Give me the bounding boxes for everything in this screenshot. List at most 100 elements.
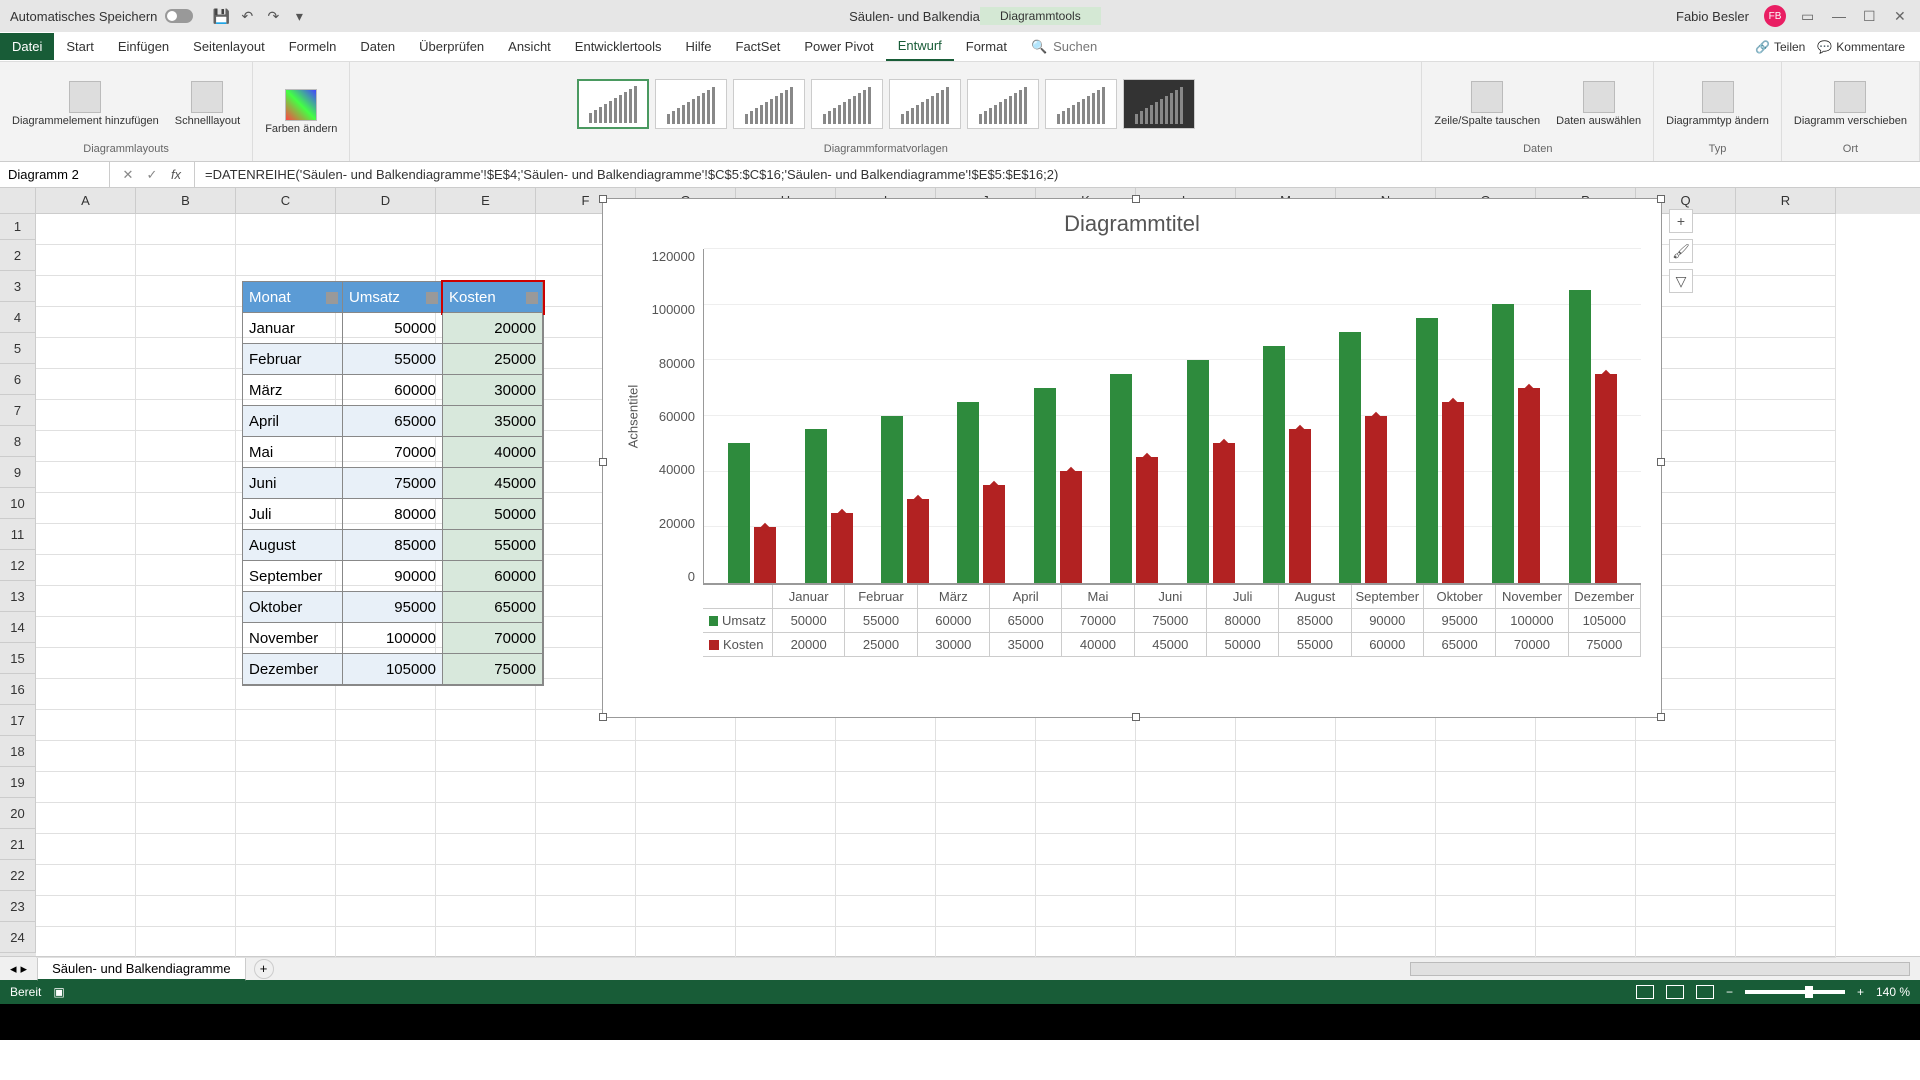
- cell[interactable]: [336, 803, 436, 834]
- cell[interactable]: [36, 586, 136, 617]
- col-header[interactable]: R: [1736, 188, 1836, 214]
- bar-umsatz[interactable]: [1110, 374, 1132, 583]
- cell[interactable]: [1636, 803, 1736, 834]
- cell[interactable]: [936, 772, 1036, 803]
- legend-item[interactable]: Umsatz: [703, 609, 773, 632]
- add-chart-element-button[interactable]: Diagrammelement hinzufügen: [8, 77, 163, 131]
- cell[interactable]: [36, 865, 136, 896]
- cell[interactable]: [1736, 586, 1836, 617]
- table-cell[interactable]: 45000: [443, 468, 543, 499]
- cell[interactable]: [36, 710, 136, 741]
- table-cell[interactable]: 75000: [443, 654, 543, 685]
- cell[interactable]: [236, 834, 336, 865]
- bar-group[interactable]: [1110, 374, 1158, 583]
- tab-datei[interactable]: Datei: [0, 33, 54, 60]
- col-header[interactable]: E: [436, 188, 536, 214]
- cell[interactable]: [136, 834, 236, 865]
- cell[interactable]: [1636, 741, 1736, 772]
- bar-group[interactable]: [1416, 318, 1464, 583]
- row-header[interactable]: 10: [0, 488, 36, 519]
- row-header[interactable]: 17: [0, 705, 36, 736]
- cell[interactable]: [136, 431, 236, 462]
- cell[interactable]: [1736, 369, 1836, 400]
- minimize-icon[interactable]: —: [1832, 8, 1848, 24]
- cell[interactable]: [136, 803, 236, 834]
- cell[interactable]: [1536, 896, 1636, 927]
- cell[interactable]: [36, 648, 136, 679]
- row-header[interactable]: 20: [0, 798, 36, 829]
- cell[interactable]: [1136, 896, 1236, 927]
- undo-icon[interactable]: ↶: [239, 8, 255, 24]
- table-cell[interactable]: 105000: [343, 654, 443, 685]
- cell[interactable]: [136, 648, 236, 679]
- cell[interactable]: [436, 927, 536, 958]
- cell[interactable]: [1736, 307, 1836, 338]
- cell[interactable]: [736, 834, 836, 865]
- cell[interactable]: [836, 741, 936, 772]
- chart-style-option[interactable]: [811, 79, 883, 129]
- cell[interactable]: [236, 772, 336, 803]
- row-header[interactable]: 11: [0, 519, 36, 550]
- horizontal-scrollbar[interactable]: [1410, 962, 1910, 976]
- cell[interactable]: [1736, 214, 1836, 245]
- tab-daten[interactable]: Daten: [348, 33, 407, 60]
- tab-entwurf[interactable]: Entwurf: [886, 32, 954, 61]
- cell[interactable]: [1336, 927, 1436, 958]
- bar-umsatz[interactable]: [957, 402, 979, 583]
- cell[interactable]: [1436, 834, 1536, 865]
- bar-group[interactable]: [1339, 332, 1387, 583]
- quick-layout-button[interactable]: Schnelllayout: [171, 77, 244, 131]
- cell[interactable]: [136, 400, 236, 431]
- select-all[interactable]: [0, 188, 36, 214]
- cell[interactable]: [1136, 772, 1236, 803]
- cell[interactable]: [736, 927, 836, 958]
- col-header[interactable]: D: [336, 188, 436, 214]
- autosave-control[interactable]: Automatisches Speichern: [0, 9, 203, 24]
- chart-object[interactable]: Diagrammtitel Achsentitel 12000010000080…: [602, 198, 1662, 718]
- table-cell[interactable]: 40000: [443, 437, 543, 468]
- table-cell[interactable]: Juli: [243, 499, 343, 530]
- table-cell[interactable]: 65000: [343, 406, 443, 437]
- page-break-view-icon[interactable]: [1696, 985, 1714, 999]
- save-icon[interactable]: 💾: [213, 8, 229, 24]
- row-header[interactable]: 3: [0, 271, 36, 302]
- bar-kosten[interactable]: [983, 485, 1005, 583]
- cell[interactable]: [536, 803, 636, 834]
- bar-kosten[interactable]: [1289, 429, 1311, 583]
- cell[interactable]: [436, 741, 536, 772]
- table-cell[interactable]: August: [243, 530, 343, 561]
- bar-kosten[interactable]: [831, 513, 853, 583]
- chart-style-option[interactable]: [1123, 79, 1195, 129]
- bar-group[interactable]: [957, 402, 1005, 583]
- cell[interactable]: [836, 834, 936, 865]
- cell[interactable]: [1336, 896, 1436, 927]
- cell[interactable]: [236, 896, 336, 927]
- cell[interactable]: [236, 927, 336, 958]
- cell[interactable]: [1336, 834, 1436, 865]
- cell[interactable]: [236, 741, 336, 772]
- resize-handle[interactable]: [599, 713, 607, 721]
- enter-formula-icon[interactable]: ✓: [144, 167, 160, 183]
- cell[interactable]: [36, 245, 136, 276]
- cell[interactable]: [136, 245, 236, 276]
- table-header[interactable]: Kosten: [443, 282, 543, 313]
- table-cell[interactable]: März: [243, 375, 343, 406]
- table-cell[interactable]: 80000: [343, 499, 443, 530]
- chart-data-table[interactable]: JanuarFebruarMärzAprilMaiJuniJuliAugustS…: [703, 584, 1641, 657]
- cell[interactable]: [836, 865, 936, 896]
- row-header[interactable]: 9: [0, 457, 36, 488]
- bar-umsatz[interactable]: [881, 416, 903, 584]
- cell[interactable]: [136, 462, 236, 493]
- cell[interactable]: [836, 772, 936, 803]
- name-box[interactable]: Diagramm 2: [0, 162, 110, 187]
- cell[interactable]: [336, 214, 436, 245]
- chart-style-option[interactable]: [889, 79, 961, 129]
- bar-kosten[interactable]: [1060, 471, 1082, 583]
- cell[interactable]: [36, 834, 136, 865]
- row-header[interactable]: 4: [0, 302, 36, 333]
- cell[interactable]: [1536, 927, 1636, 958]
- cell[interactable]: [236, 214, 336, 245]
- autosave-toggle[interactable]: [165, 9, 193, 23]
- cell[interactable]: [36, 803, 136, 834]
- zoom-slider[interactable]: [1745, 990, 1845, 994]
